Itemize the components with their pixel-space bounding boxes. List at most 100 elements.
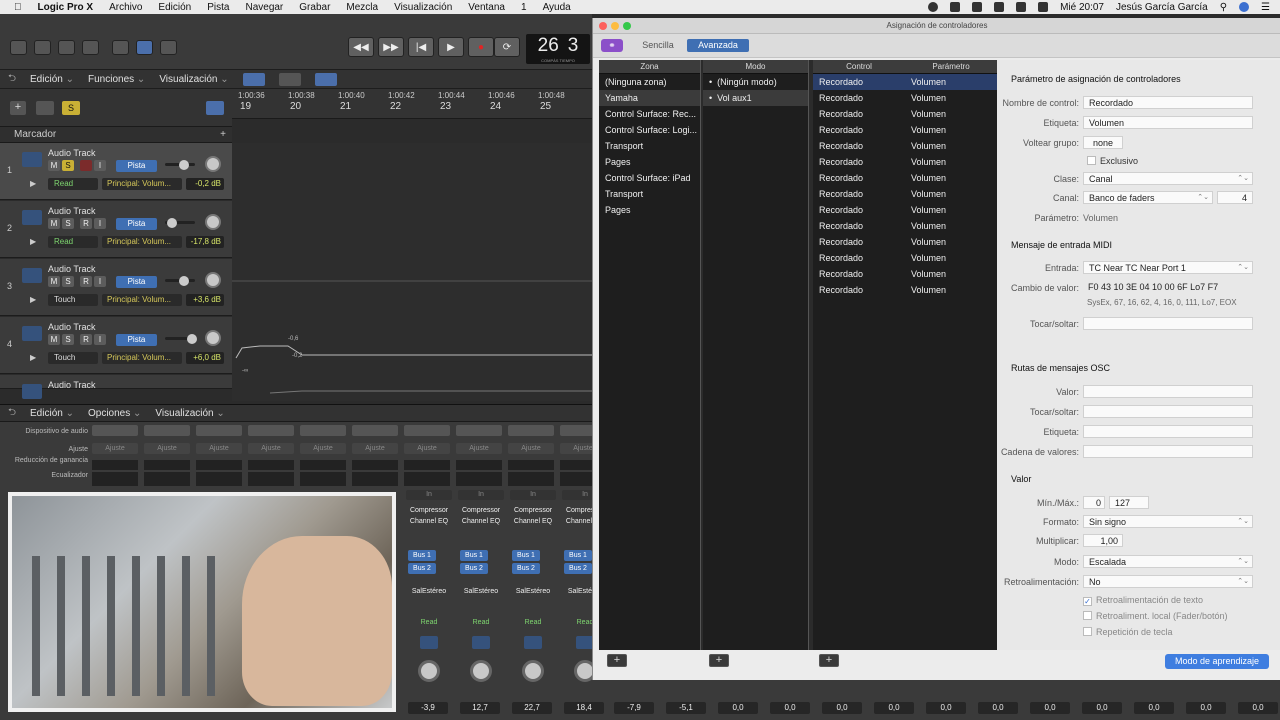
track-header[interactable]: 2 Audio Track M S R I Pista ▶ Read Principal: Vol…: [0, 201, 232, 258]
record-enable-button[interactable]: [80, 160, 92, 171]
menubar-clock[interactable]: Mié 20:07: [1060, 2, 1104, 13]
insert-compressor[interactable]: Compressor: [406, 506, 452, 516]
forward-button[interactable]: ▶▶: [378, 37, 404, 57]
notification-center-icon[interactable]: ☰: [1261, 2, 1270, 13]
control-row[interactable]: Recordado Volumen: [813, 138, 997, 154]
display-icon[interactable]: [972, 2, 983, 12]
checkbox-retro-local[interactable]: Retroaliment. local (Fader/botón): [1083, 611, 1228, 621]
eq-thumbnail[interactable]: [248, 472, 294, 486]
snap-icon[interactable]: [242, 72, 265, 86]
automation-mode-select[interactable]: Touch: [48, 352, 98, 364]
control-row[interactable]: Recordado Volumen: [813, 234, 997, 250]
pan-knob[interactable]: [205, 272, 221, 288]
insert-compressor[interactable]: Compressor: [458, 506, 504, 516]
menu-edicion[interactable]: Edición: [158, 2, 191, 13]
control-row[interactable]: Recordado Volumen: [813, 122, 997, 138]
menu-ayuda[interactable]: Ayuda: [543, 2, 571, 13]
field-osc-tocar[interactable]: [1083, 405, 1253, 418]
menu-pista[interactable]: Pista: [207, 2, 229, 13]
track-name[interactable]: Audio Track: [48, 264, 96, 274]
toolbar-icon[interactable]: [82, 40, 99, 55]
audio-device-slot[interactable]: [92, 425, 138, 436]
lcd-display[interactable]: 26 3 COMPÁS TIEMPO: [526, 34, 590, 64]
select-formato[interactable]: Sin signo: [1083, 515, 1253, 528]
track-name[interactable]: Audio Track: [48, 148, 96, 158]
spotlight-icon[interactable]: ⚲: [1220, 2, 1227, 13]
automation-parameter-select[interactable]: Principal: Volum...: [102, 236, 182, 248]
field-osc-etiqueta[interactable]: [1083, 425, 1253, 438]
add-track-button[interactable]: +: [10, 101, 26, 115]
field-min[interactable]: 0: [1083, 496, 1105, 509]
catch-icon[interactable]: [314, 72, 337, 86]
control-row[interactable]: Recordado Volumen: [813, 186, 997, 202]
minimize-window-button[interactable]: [611, 22, 619, 30]
mute-button[interactable]: M: [48, 160, 60, 171]
app-status-icon[interactable]: [950, 2, 961, 12]
mixer-icon[interactable]: [136, 40, 153, 55]
field-voltear[interactable]: none: [1083, 136, 1123, 149]
input-monitor-button[interactable]: I: [94, 276, 106, 287]
field-osc-cadena[interactable]: [1083, 445, 1253, 458]
mixer-menu-opciones[interactable]: Opciones: [88, 408, 141, 419]
solo-button[interactable]: S: [62, 160, 74, 171]
arrange-area[interactable]: -0,6 -0,2 -∞: [232, 143, 592, 401]
input-slot[interactable]: In: [406, 490, 452, 500]
control-row[interactable]: Recordado Volumen: [813, 74, 997, 90]
pan-knob[interactable]: [522, 660, 544, 682]
input-slot[interactable]: In: [458, 490, 504, 500]
learn-mode-button[interactable]: Modo de aprendizaje: [1165, 654, 1269, 669]
rewind-button[interactable]: ◀◀: [348, 37, 374, 57]
ruler[interactable]: 1:00:36 19 1:00:38 20 1:00:40 21 1:00:42 22 1:00…: [232, 89, 592, 119]
tracks-menu-visualizacion[interactable]: Visualización: [159, 74, 228, 85]
wifi-icon[interactable]: [1016, 2, 1027, 12]
fader-knob[interactable]: [167, 218, 177, 228]
control-row[interactable]: Recordado Volumen: [813, 90, 997, 106]
track-button[interactable]: Pista: [116, 160, 157, 172]
zona-row[interactable]: Control Surface: iPad: [599, 170, 700, 186]
audio-device-slot[interactable]: [144, 425, 190, 436]
menu-visualizacion[interactable]: Visualización: [394, 2, 452, 13]
control-row[interactable]: Recordado Volumen: [813, 250, 997, 266]
automation-parameter-select[interactable]: Principal: Volum...: [102, 294, 182, 306]
select-retro[interactable]: No: [1083, 575, 1253, 588]
zona-row[interactable]: Pages: [599, 154, 700, 170]
menu-app[interactable]: Logic Pro X: [38, 2, 94, 13]
volume-icon[interactable]: [1038, 2, 1049, 12]
checkbox-exclusivo[interactable]: Exclusivo: [1087, 156, 1138, 166]
audio-device-slot[interactable]: [196, 425, 242, 436]
flex-icon[interactable]: [278, 72, 301, 86]
ajuste-slot[interactable]: Ajuste: [196, 443, 242, 454]
field-nombre[interactable]: Recordado: [1083, 96, 1253, 109]
send-bus-1[interactable]: Bus 1: [512, 550, 540, 561]
solo-button[interactable]: S: [62, 334, 74, 345]
menu-ventana[interactable]: Ventana: [468, 2, 505, 13]
audio-device-slot[interactable]: [300, 425, 346, 436]
tab-sencilla[interactable]: Sencilla: [633, 39, 683, 52]
back-icon[interactable]: ⮌: [8, 71, 16, 88]
eq-thumbnail[interactable]: [352, 472, 398, 486]
mute-button[interactable]: M: [48, 218, 60, 229]
zona-row[interactable]: Yamaha: [599, 90, 700, 106]
close-window-button[interactable]: [599, 22, 607, 30]
track-header[interactable]: 1 Audio Track M S I Pista ▶ Read Principal: Volu…: [0, 143, 232, 200]
insert-compressor[interactable]: Compressor: [510, 506, 556, 516]
fader-knob[interactable]: [187, 334, 197, 344]
pan-knob[interactable]: [205, 156, 221, 172]
inspector-icon[interactable]: [34, 40, 51, 55]
send-bus-2[interactable]: Bus 2: [564, 563, 592, 574]
mixer-menu-edicion[interactable]: Edición: [30, 408, 74, 419]
disclosure-triangle-icon[interactable]: ▶: [30, 295, 36, 304]
checkbox-repeticion[interactable]: Repetición de tecla: [1083, 627, 1173, 637]
field-etiqueta[interactable]: Volumen: [1083, 116, 1253, 129]
track-header[interactable]: 4 Audio Track M S R I Pista ▶ Touch Principal: Vo…: [0, 317, 232, 374]
ajuste-slot[interactable]: Ajuste: [92, 443, 138, 454]
field-osc-valor[interactable]: [1083, 385, 1253, 398]
mute-button[interactable]: M: [48, 276, 60, 287]
library-icon[interactable]: [10, 40, 27, 55]
mixer-menu-visualizacion[interactable]: Visualización: [155, 408, 224, 419]
volume-fader[interactable]: [165, 160, 195, 170]
smart-controls-icon[interactable]: [112, 40, 129, 55]
zona-row[interactable]: Pages: [599, 202, 700, 218]
track-name[interactable]: Audio Track: [48, 206, 96, 216]
output-select[interactable]: SalEstéreo: [458, 588, 504, 595]
